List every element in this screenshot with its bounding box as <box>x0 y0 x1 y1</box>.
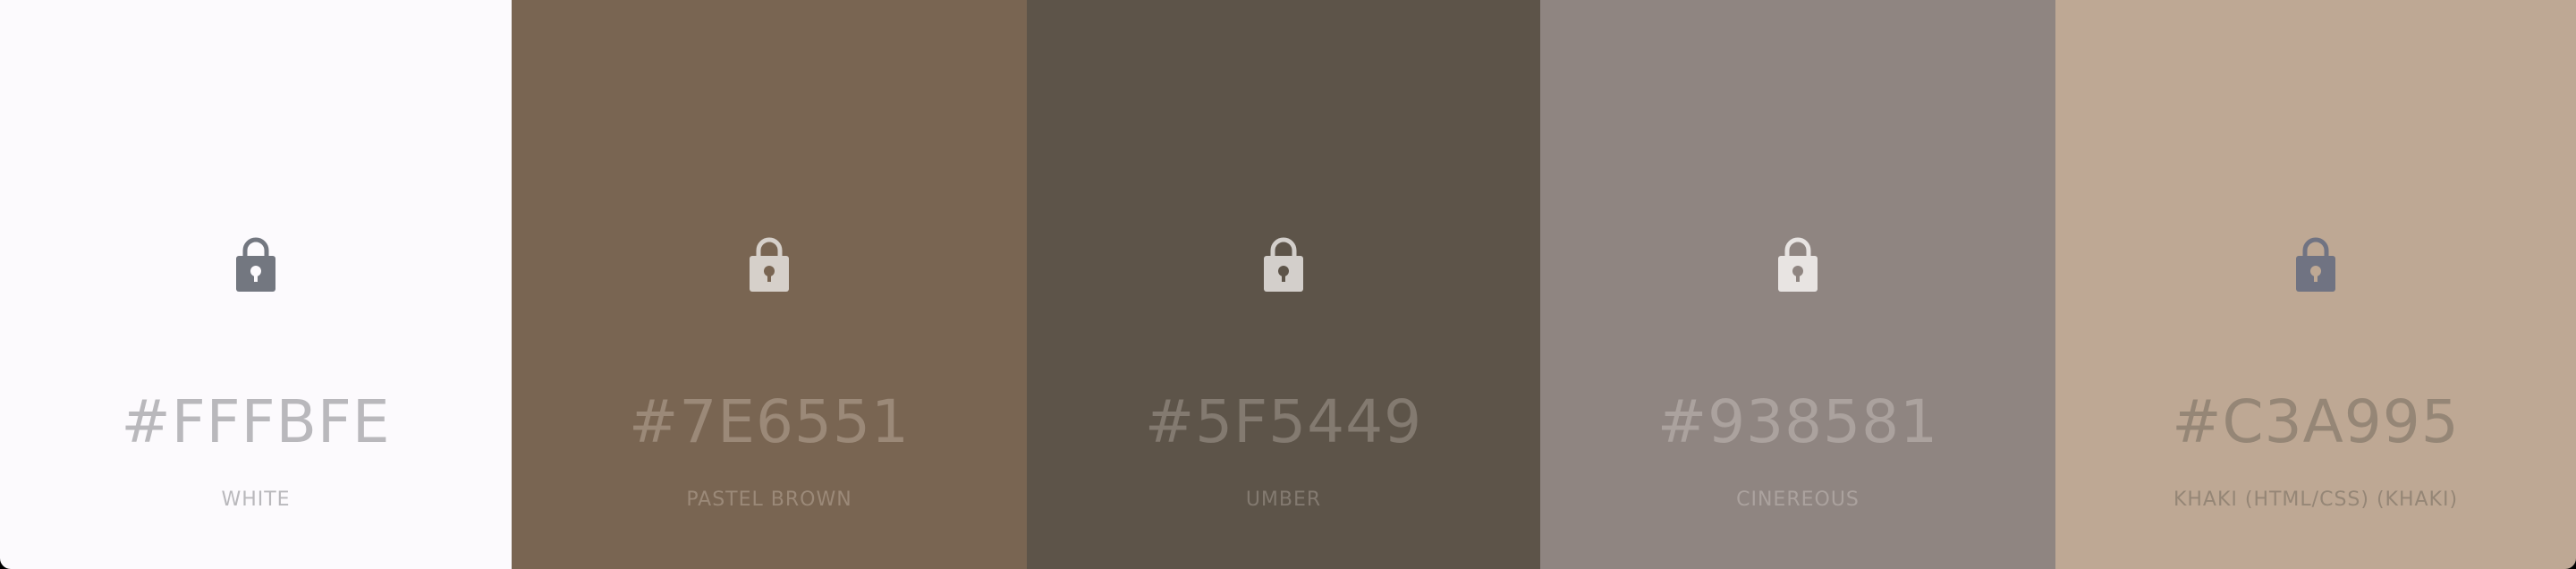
color-name: UMBER <box>1245 488 1322 511</box>
hex-code: #938581 <box>1657 387 1939 456</box>
color-name: KHAKI (HTML/CSS) (KHAKI) <box>2173 488 2459 511</box>
lock-icon[interactable] <box>234 234 277 293</box>
color-name: WHITE <box>221 488 291 511</box>
lock-icon[interactable] <box>748 234 791 293</box>
swatch-pastel-brown[interactable]: #7E6551 PASTEL BROWN <box>512 0 1027 569</box>
swatch-white[interactable]: #FFFBFE WHITE <box>0 0 512 569</box>
color-name: CINEREOUS <box>1736 488 1860 511</box>
lock-icon[interactable] <box>1776 234 1819 293</box>
hex-code: #7E6551 <box>629 387 910 456</box>
hex-code: #5F5449 <box>1144 387 1423 456</box>
hex-code: #FFFBFE <box>121 387 391 456</box>
lock-icon[interactable] <box>2294 234 2337 293</box>
swatch-umber[interactable]: #5F5449 UMBER <box>1027 0 1540 569</box>
swatch-cinereous[interactable]: #938581 CINEREOUS <box>1540 0 2055 569</box>
color-name: PASTEL BROWN <box>686 488 852 511</box>
hex-code: #C3A995 <box>2172 387 2460 456</box>
lock-icon[interactable] <box>1262 234 1305 293</box>
swatch-khaki[interactable]: #C3A995 KHAKI (HTML/CSS) (KHAKI) <box>2055 0 2576 569</box>
color-palette: #FFFBFE WHITE #7E6551 PASTEL BROWN #5F54… <box>0 0 2576 569</box>
